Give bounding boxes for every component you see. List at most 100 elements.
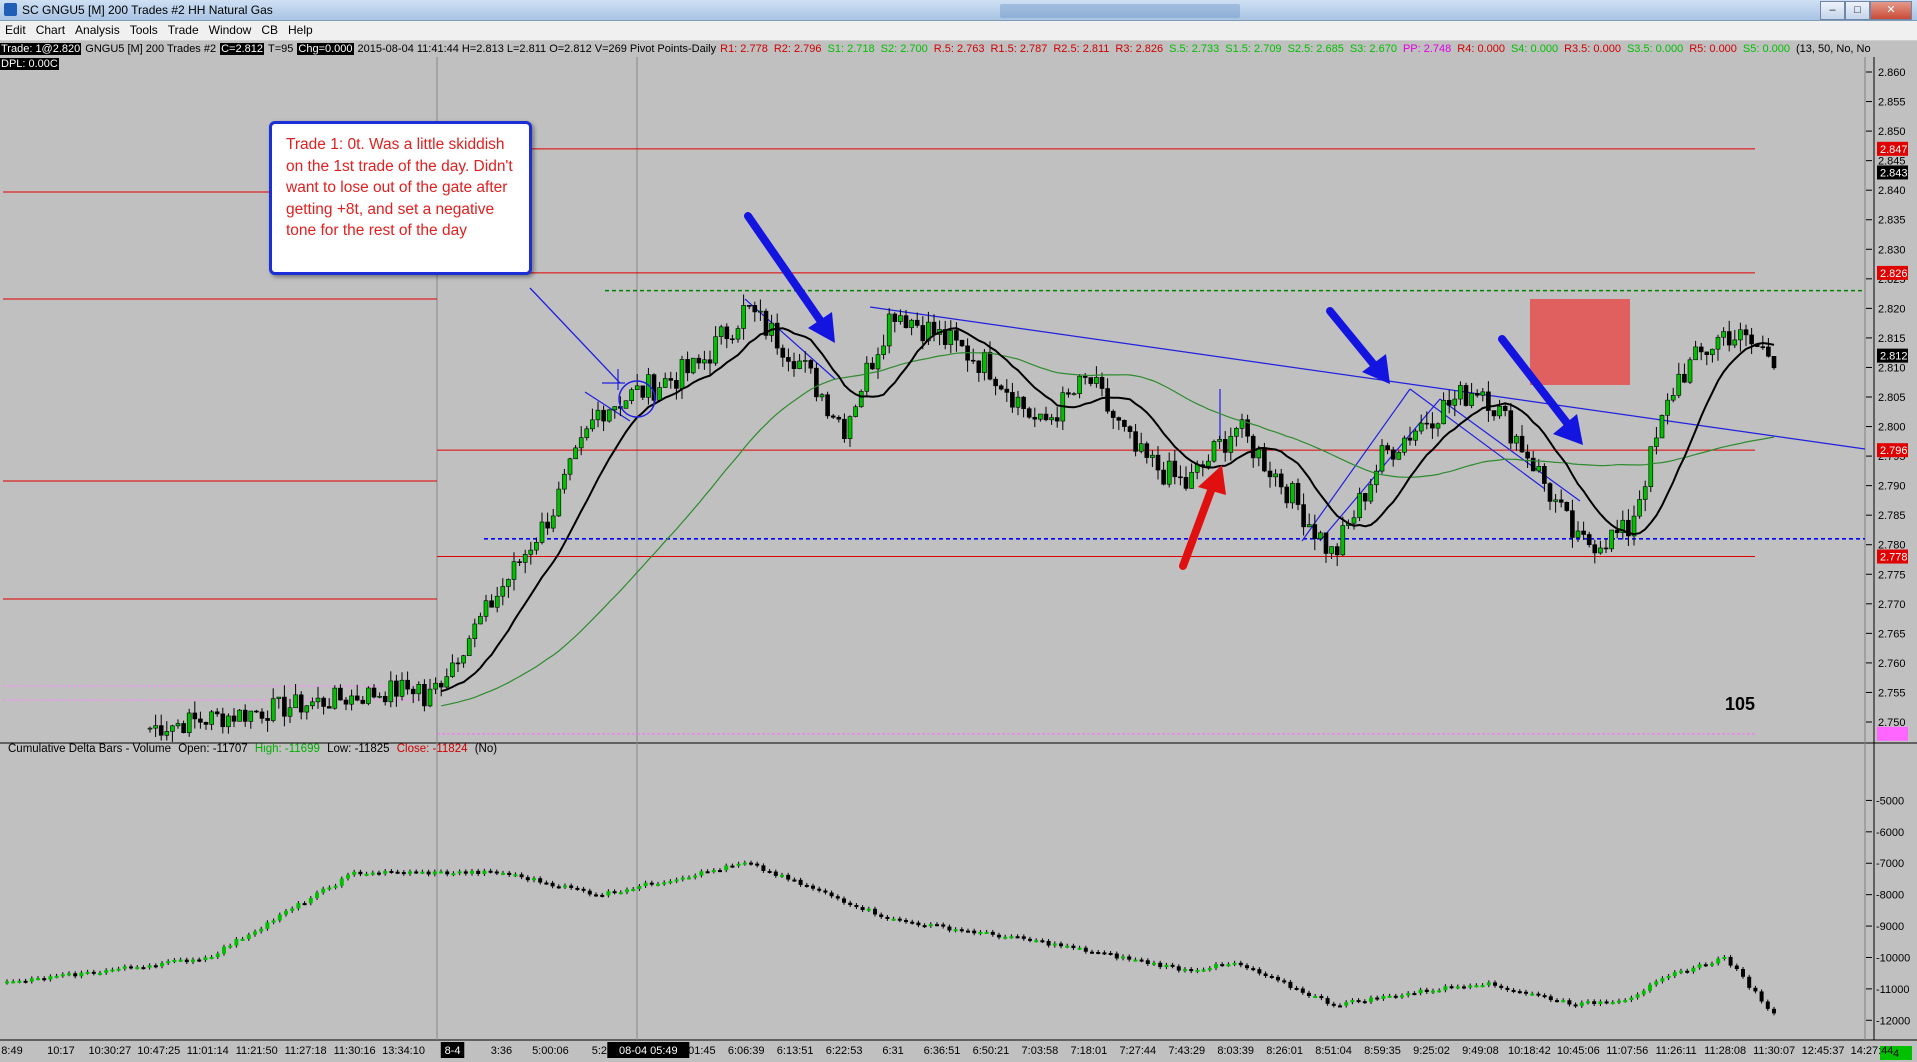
delta-bar	[191, 959, 195, 963]
delta-bar	[302, 903, 307, 906]
delta-bar	[1772, 1008, 1776, 1014]
delta-bar	[1207, 968, 1212, 971]
time-axis-label: 5:00:06	[532, 1045, 569, 1057]
delta-bar	[1474, 985, 1479, 988]
delta-bar	[1629, 997, 1634, 1001]
delta-bar	[1369, 997, 1373, 1003]
candle-body	[1682, 373, 1687, 383]
delta-bar	[1710, 963, 1714, 966]
menu-help[interactable]: Help	[283, 21, 318, 39]
delta-bar	[1443, 986, 1448, 991]
delta-bar	[544, 882, 549, 885]
candle-body	[1693, 346, 1698, 361]
time-axis-label: 11:21:50	[236, 1045, 278, 1057]
delta-bar	[984, 931, 989, 934]
delta-bar	[308, 898, 313, 904]
menu-window[interactable]: Window	[204, 21, 257, 39]
delta-bar	[1462, 986, 1466, 989]
delta-bar	[215, 953, 220, 958]
candle-body	[1155, 454, 1161, 471]
candle-body	[1441, 399, 1446, 425]
candle-body	[153, 725, 158, 729]
candle-body	[427, 688, 433, 707]
delta-bar	[1356, 1000, 1361, 1003]
candle-body	[634, 385, 640, 391]
candle-body	[1721, 331, 1726, 338]
candle-body	[349, 695, 354, 705]
delta-bar	[1338, 1005, 1342, 1008]
candle-body	[170, 725, 175, 732]
menu-chart[interactable]: Chart	[31, 21, 70, 39]
close-button[interactable]: ✕	[1870, 1, 1912, 20]
delta-bar	[5, 981, 9, 984]
candle-body	[662, 378, 668, 388]
time-axis-label: 7:03:58	[1022, 1045, 1059, 1057]
menu-trade[interactable]: Trade	[163, 21, 204, 39]
delta-bar	[848, 902, 853, 905]
pivot-value: R5: 0.000	[1689, 43, 1737, 55]
delta-bar	[445, 871, 450, 875]
delta-bar	[1257, 969, 1262, 974]
delta-bar	[1610, 1002, 1615, 1005]
candle-body	[186, 712, 192, 734]
menu-cb[interactable]: CB	[256, 21, 283, 39]
delta-bar	[358, 871, 363, 875]
candle-body	[1312, 524, 1318, 539]
candle-body	[802, 360, 808, 362]
delta-bar	[457, 871, 462, 874]
candle-body	[1172, 460, 1178, 478]
delta-bar	[730, 865, 735, 868]
delta-bar	[1660, 978, 1665, 982]
menu-tools[interactable]: Tools	[125, 21, 163, 39]
delta-bar	[1765, 1001, 1770, 1009]
candle-body	[1542, 466, 1547, 484]
delta-bar	[1232, 962, 1237, 965]
delta-bar	[1344, 1002, 1349, 1006]
delta-bar	[209, 957, 214, 960]
candle-body	[522, 554, 528, 563]
delta-bar	[1567, 1000, 1572, 1005]
candle-body	[1676, 373, 1682, 396]
price-tick-label: 2.850	[1878, 126, 1906, 138]
delta-bar	[1393, 995, 1398, 998]
delta-bar	[1759, 991, 1764, 1002]
delta-bar	[525, 877, 530, 881]
maximize-button[interactable]: □	[1845, 1, 1870, 20]
candle-body	[506, 579, 511, 587]
price-tick-label: 2.775	[1878, 569, 1906, 581]
candle-body	[1525, 451, 1530, 459]
delta-bar	[817, 888, 822, 891]
candle-body	[1530, 457, 1536, 472]
pivot-value: R3: 2.826	[1115, 43, 1164, 55]
candle-body	[836, 416, 842, 420]
delta-bar	[1480, 985, 1485, 988]
delta-high: High: -11699	[254, 743, 320, 755]
delta-bar	[854, 904, 859, 908]
price-tag-label: 2.812	[1880, 351, 1908, 363]
minimize-button[interactable]: –	[1820, 1, 1845, 20]
candle-body	[584, 428, 590, 438]
menu-edit[interactable]: Edit	[0, 21, 31, 39]
delta-bar	[277, 914, 282, 921]
delta-bar	[1449, 986, 1454, 989]
candle-body	[959, 339, 965, 347]
candle-body	[746, 305, 752, 307]
candle-body	[920, 325, 926, 342]
candle-body	[489, 600, 494, 608]
time-axis-label: 7:18:01	[1070, 1045, 1107, 1057]
delta-tick-label: -12000	[1876, 1015, 1910, 1027]
delta-bar	[42, 978, 47, 981]
candle-body	[1514, 435, 1519, 444]
pivot-value: PP: 2.748	[1402, 43, 1452, 55]
delta-bar	[612, 891, 617, 894]
delta-bar	[687, 877, 691, 880]
candle-body	[870, 362, 875, 370]
candle-body	[853, 406, 858, 417]
menu-analysis[interactable]: Analysis	[70, 21, 125, 39]
delta-bar	[389, 870, 394, 873]
delta-bar	[296, 903, 301, 909]
candle-body	[786, 357, 791, 362]
delta-bar	[1263, 973, 1268, 976]
candle-body	[220, 713, 226, 728]
candle-body	[209, 711, 214, 725]
